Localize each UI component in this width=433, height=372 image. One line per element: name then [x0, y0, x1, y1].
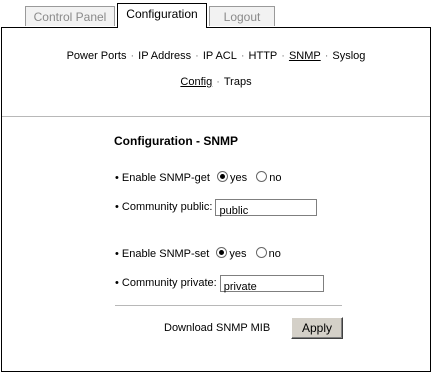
community-public-label: Community public:: [121, 201, 213, 213]
tab-control-panel[interactable]: Control Panel: [25, 6, 115, 26]
snmp-get-yes-label[interactable]: yes: [230, 172, 247, 184]
nav-separator: ·: [130, 50, 135, 62]
snmp-set-no-radio[interactable]: [255, 247, 267, 258]
snmp-set-yes-radio[interactable]: [216, 247, 228, 258]
nav-snmp[interactable]: SNMP: [289, 50, 321, 62]
apply-button[interactable]: Apply: [291, 317, 343, 339]
bullet: •: [115, 277, 119, 289]
section-divider: [2, 116, 430, 117]
form-title: Configuration - SNMP: [114, 134, 238, 148]
nav-syslog[interactable]: Syslog: [332, 50, 365, 62]
snmp-set-row: • Enable SNMP-set yes no: [115, 244, 281, 264]
nav-separator: ·: [195, 50, 199, 62]
nav-separator: ·: [216, 76, 220, 88]
nav-power-ports[interactable]: Power Ports: [67, 50, 127, 62]
nav-ip-address[interactable]: IP Address: [138, 50, 191, 62]
snmp-get-no-label[interactable]: no: [269, 172, 281, 184]
snmp-get-no-radio[interactable]: [256, 171, 268, 182]
primary-nav: Power Ports · IP Address · IP ACL · HTTP · SNMP ·…: [2, 50, 430, 62]
community-private-row: • Community private: private: [115, 273, 324, 293]
nav-snmp-traps[interactable]: Traps: [224, 76, 252, 88]
nav-separator: ·: [324, 50, 329, 62]
bullet: •: [115, 248, 119, 260]
bullet: •: [115, 172, 119, 184]
community-private-input[interactable]: private: [219, 274, 324, 293]
community-private-label: Community private:: [121, 277, 217, 289]
nav-separator: ·: [281, 50, 285, 62]
tab-logout[interactable]: Logout: [209, 6, 275, 26]
tab-configuration[interactable]: Configuration: [117, 3, 207, 28]
snmp-set-no-label[interactable]: no: [269, 248, 281, 260]
snmp-get-label: Enable SNMP-get: [121, 172, 210, 184]
snmp-get-yes-radio[interactable]: [217, 171, 229, 182]
snmp-set-yes-label[interactable]: yes: [229, 248, 246, 260]
nav-http[interactable]: HTTP: [249, 50, 278, 62]
form-divider: [115, 305, 342, 306]
download-snmp-mib-link[interactable]: Download SNMP MIB: [164, 322, 270, 334]
community-public-input[interactable]: public: [215, 198, 318, 217]
snmp-get-row: • Enable SNMP-get yes no: [115, 168, 281, 188]
nav-separator: ·: [240, 50, 245, 62]
nav-snmp-config[interactable]: Config: [180, 76, 212, 88]
nav-ip-acl[interactable]: IP ACL: [203, 50, 237, 62]
configuration-panel: Power Ports · IP Address · IP ACL · HTTP · SNMP ·…: [1, 27, 431, 372]
snmp-set-label: Enable SNMP-set: [121, 248, 210, 260]
community-public-row: • Community public: public: [115, 197, 318, 217]
secondary-nav: Config · Traps: [2, 76, 430, 88]
bullet: •: [115, 201, 119, 213]
